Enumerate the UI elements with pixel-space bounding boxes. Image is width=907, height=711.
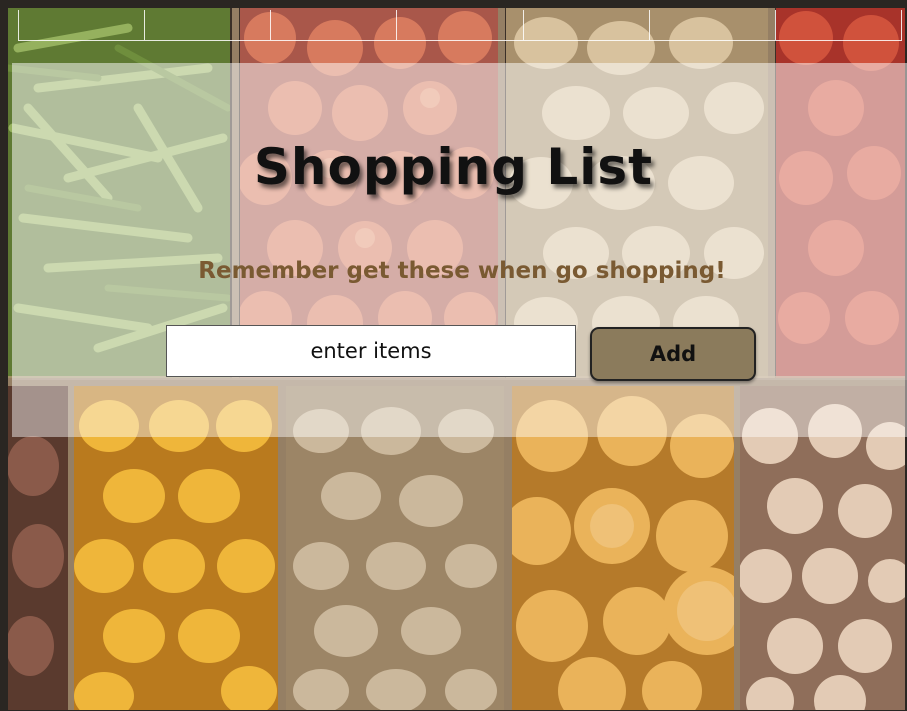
grid-cell <box>524 10 650 40</box>
grid-cell <box>650 10 776 40</box>
page-title: Shopping List <box>253 138 654 196</box>
grid-cell <box>19 10 146 40</box>
top-grid <box>18 10 902 41</box>
grid-cell <box>776 10 901 40</box>
grid-cell <box>145 10 272 40</box>
grid-cell <box>271 10 398 40</box>
grid-cell <box>397 10 524 40</box>
item-input[interactable] <box>166 325 576 377</box>
add-button[interactable]: Add <box>590 327 756 381</box>
page-subtitle: Remember get these when go shopping! <box>198 258 726 284</box>
